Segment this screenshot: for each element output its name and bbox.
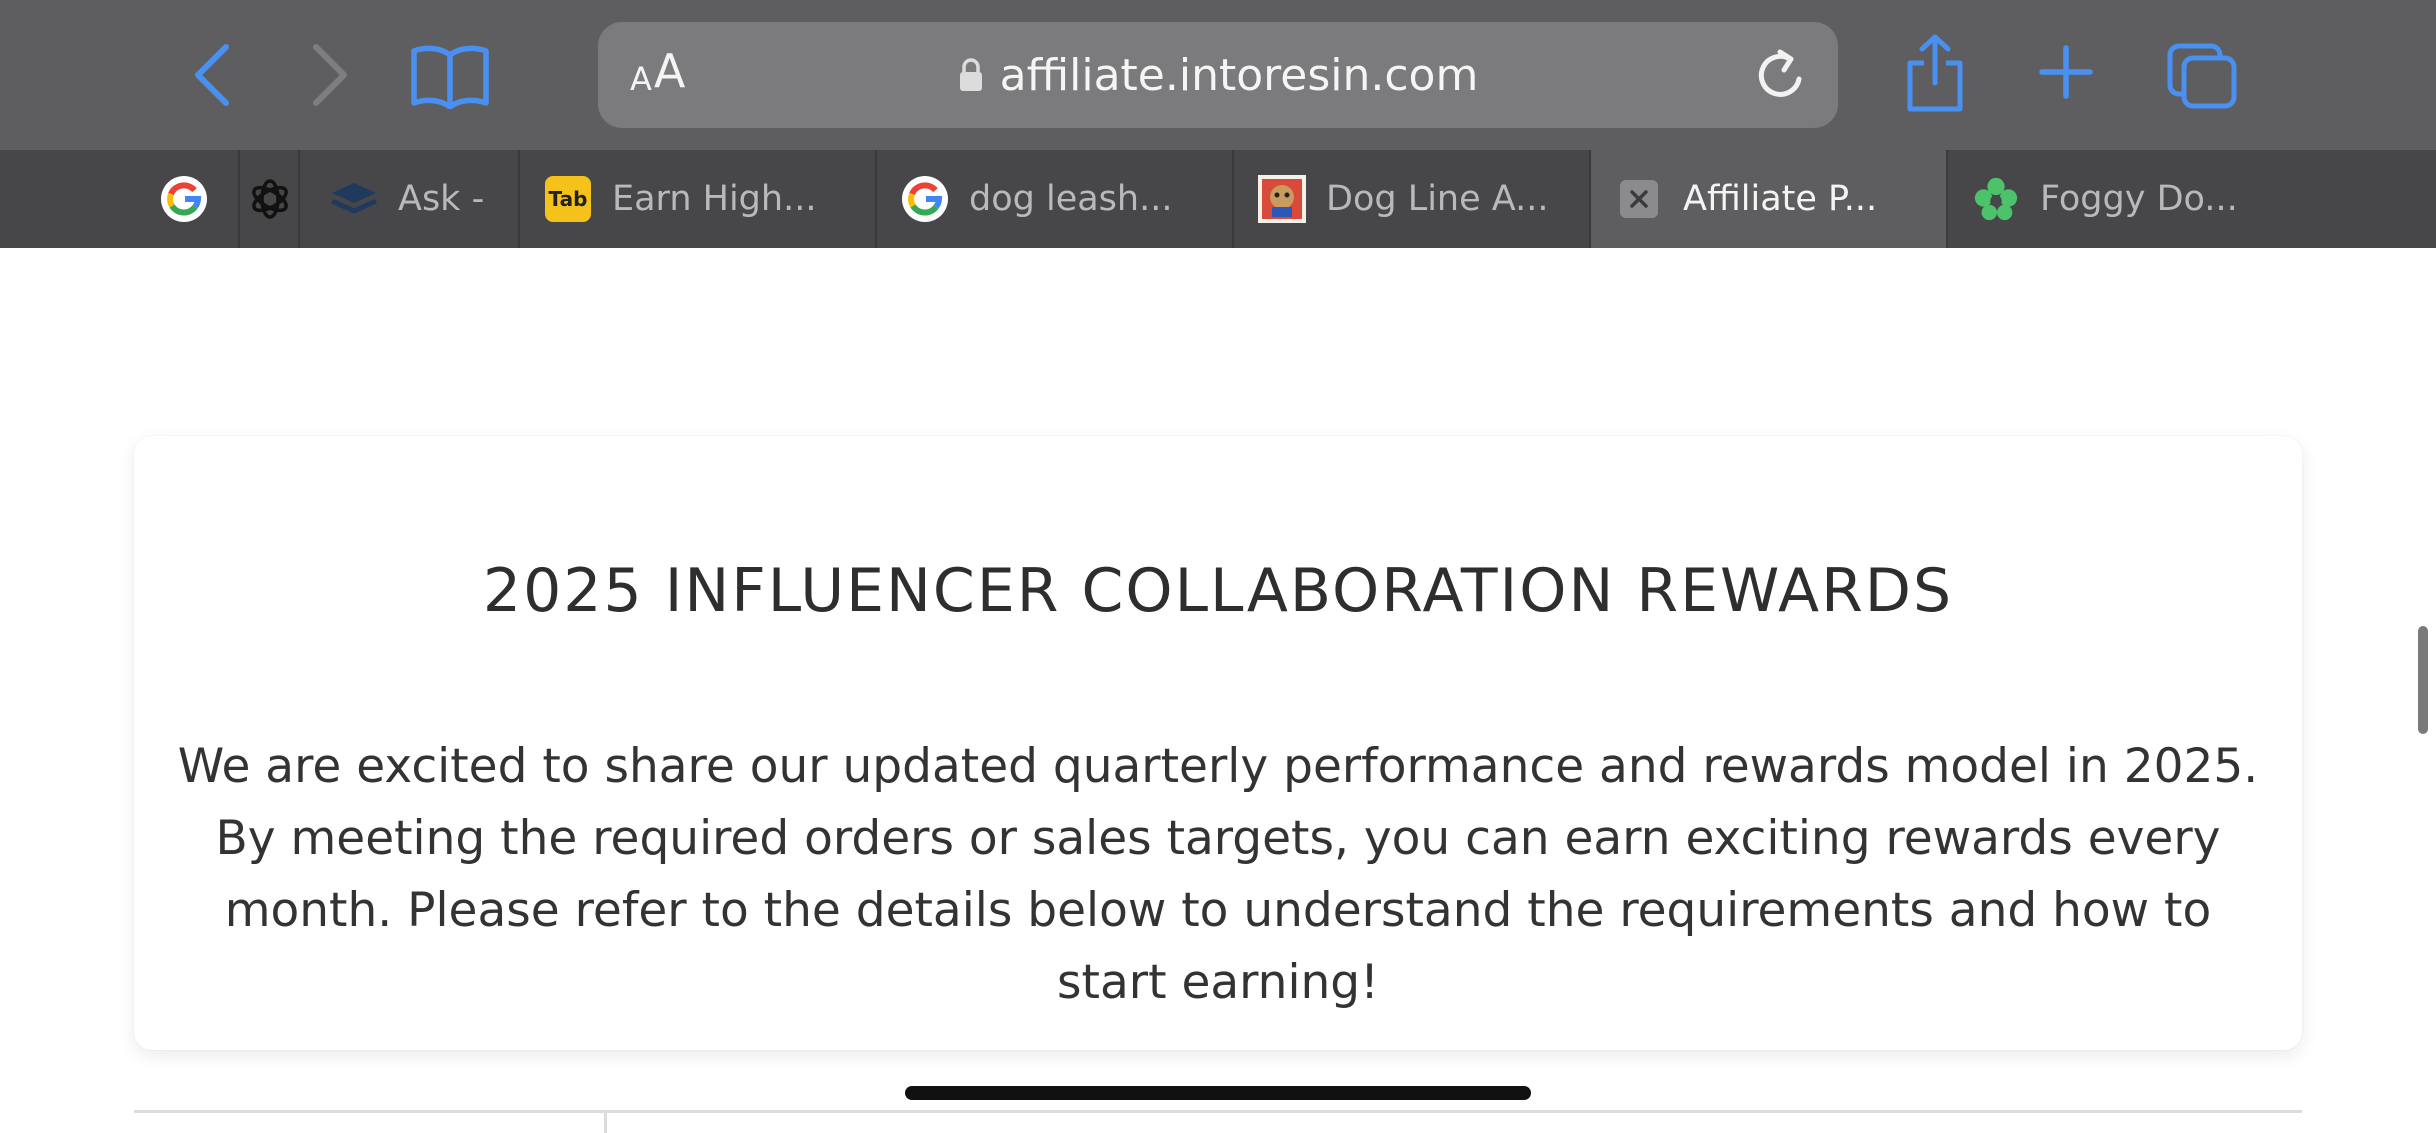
tab-label: Foggy Do... (2040, 179, 2238, 219)
tab-dog-line[interactable]: Dog Line A... (1234, 150, 1591, 248)
tab-ask[interactable]: Ask - (300, 150, 520, 248)
tab-earn-high[interactable]: Tab Earn High... (520, 150, 877, 248)
address-bar[interactable]: AA affiliate.intoresin.com (598, 22, 1838, 128)
google-icon (901, 175, 949, 223)
forward-button[interactable] (300, 36, 360, 114)
rewards-card: 2025 INFLUENCER COLLABORATION REWARDS We… (134, 436, 2302, 1050)
chevron-left-icon (195, 44, 229, 106)
tabs-overview-button[interactable] (2164, 40, 2240, 112)
tabs-overview-icon (2167, 43, 2237, 109)
url-display[interactable]: affiliate.intoresin.com (598, 22, 1838, 128)
chatgpt-icon (246, 175, 294, 223)
tab-foggy-dog[interactable]: Foggy Do... (1948, 150, 2305, 248)
browser-toolbar: AA affiliate.intoresin.com (0, 0, 2436, 150)
tab-label: Earn High... (612, 179, 817, 219)
tab-label: Affiliate P... (1683, 179, 1878, 219)
green-flower-icon (1972, 175, 2020, 223)
page-description: We are excited to share our updated quar… (177, 739, 2259, 1010)
tab-app-icon: Tab (544, 175, 592, 223)
tab-affiliate[interactable]: Affiliate P... (1591, 150, 1948, 248)
scrollbar[interactable] (2418, 626, 2428, 734)
new-tab-button[interactable] (2036, 42, 2096, 102)
close-tab-button[interactable] (1615, 175, 1663, 223)
tab-bar: Ask - Tab Earn High... dog leash... Dog … (0, 150, 2436, 248)
rewards-table-top (134, 1110, 2302, 1133)
close-icon (1620, 180, 1658, 218)
tab-chatgpt[interactable] (240, 150, 300, 248)
dog-image-icon (1258, 175, 1306, 223)
bookmarks-button[interactable] (408, 36, 492, 116)
tab-label: Dog Line A... (1326, 179, 1549, 219)
plus-icon (2039, 45, 2093, 99)
reload-icon (1758, 49, 1802, 97)
page-title: 2025 INFLUENCER COLLABORATION REWARDS (482, 556, 1954, 627)
reload-button[interactable] (1752, 46, 1810, 108)
share-button[interactable] (1900, 30, 1970, 116)
share-icon (1907, 34, 1963, 112)
table-column-divider (604, 1113, 607, 1133)
tab-app-icon-text: Tab (545, 176, 591, 222)
layers-icon (330, 175, 378, 223)
google-icon (160, 175, 208, 223)
tab-label: Ask - (398, 179, 485, 219)
back-button[interactable] (182, 36, 242, 114)
home-indicator[interactable] (905, 1086, 1531, 1100)
url-text: affiliate.intoresin.com (999, 49, 1479, 101)
open-book-icon (411, 45, 489, 109)
tab-google[interactable] (144, 150, 240, 248)
chevron-right-icon (313, 44, 347, 106)
lock-icon (959, 58, 982, 91)
tab-dog-leash[interactable]: dog leash... (877, 150, 1234, 248)
tab-label: dog leash... (969, 179, 1173, 219)
